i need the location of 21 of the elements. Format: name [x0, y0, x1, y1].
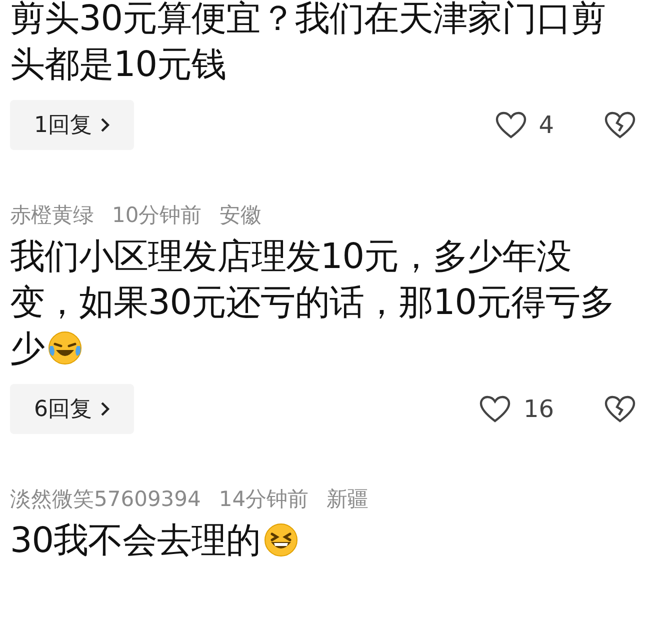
dislike-button[interactable] — [604, 111, 636, 139]
like-button[interactable]: 4 — [494, 107, 554, 143]
replies-button[interactable]: 6回复 — [10, 384, 134, 434]
comment-location: 安徽 — [220, 202, 262, 229]
comment-time: 10分钟前 — [112, 202, 202, 229]
heart-icon — [479, 395, 512, 423]
chevron-right-icon — [100, 401, 110, 417]
grinning-emoji-icon — [262, 522, 299, 558]
comment-text: 我们小区理发店理发10元，多少年没变，如果30元还亏的话，那10元得亏多少 — [10, 236, 616, 371]
heart-icon — [494, 111, 527, 139]
comment-time: 14分钟前 — [218, 486, 309, 513]
laughing-emoji-icon — [46, 330, 82, 366]
comment-text: 剪头30元算便宜？我们在天津家门口剪头都是10元钱 — [10, 0, 607, 87]
replies-button[interactable]: 1回复 — [10, 100, 134, 150]
broken-heart-icon — [604, 111, 636, 139]
comment-text: 30我不会去理的 — [10, 518, 640, 564]
chevron-right-icon — [100, 117, 110, 133]
comment-location: 新疆 — [326, 486, 369, 513]
like-button[interactable]: 16 — [479, 391, 554, 427]
broken-heart-icon — [604, 395, 636, 423]
dislike-button[interactable] — [604, 395, 636, 423]
